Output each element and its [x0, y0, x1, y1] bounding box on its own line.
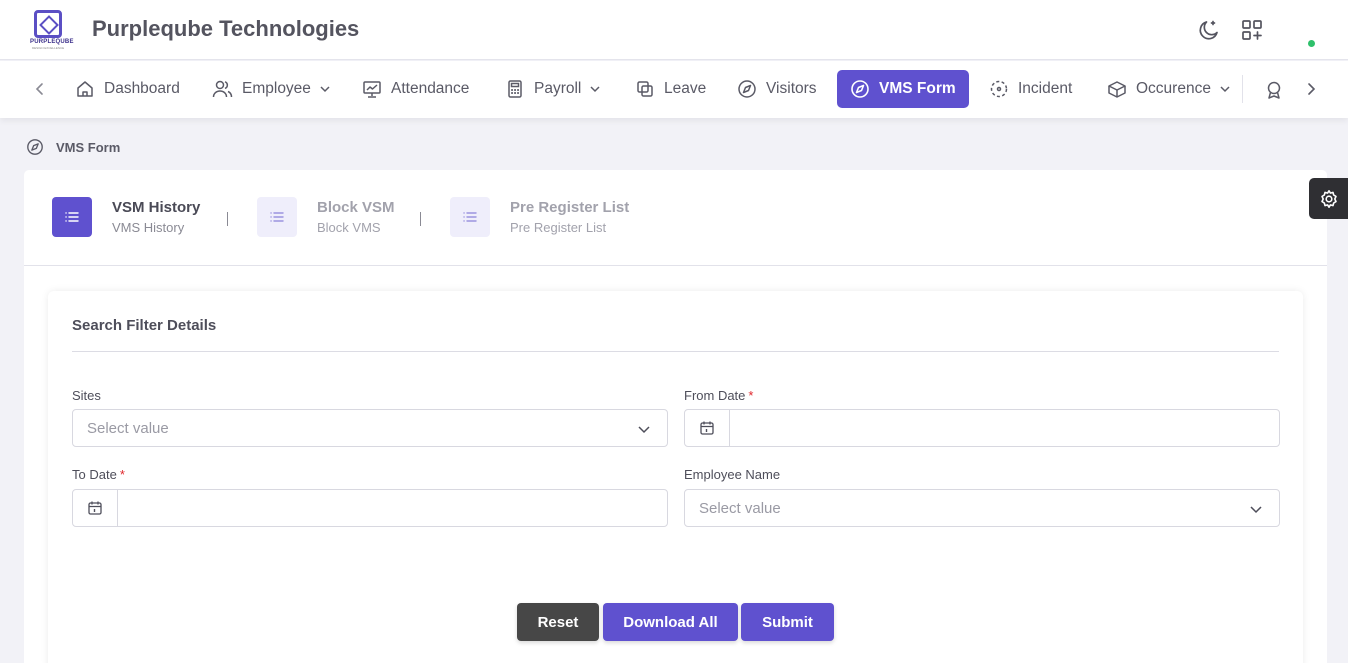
logo-subtext: DESIGN EXCELLENCE: [32, 46, 65, 50]
online-status-dot: [1308, 40, 1315, 47]
sites-label: Sites: [72, 388, 101, 403]
tab-subtitle: Pre Register List: [510, 220, 607, 235]
nav-item-leave[interactable]: Leave: [635, 70, 706, 108]
tab-title: VSM History: [112, 199, 201, 216]
employee-placeholder: Select value: [699, 499, 781, 517]
tab-icon-box: [52, 197, 92, 237]
chevron-down-icon: [1250, 506, 1262, 514]
calendar-icon[interactable]: [685, 410, 730, 446]
list-icon: [463, 212, 477, 222]
logo-text: PURPLEQUBE: [30, 39, 74, 45]
tab-icon-box: [257, 197, 297, 237]
award-icon[interactable]: [1264, 80, 1284, 100]
nav-item-employee[interactable]: Employee: [212, 70, 331, 108]
from-date-field[interactable]: [684, 409, 1280, 447]
presentation-chart-icon: [363, 81, 381, 98]
main-nav: Dashboard Employee Attendance Payroll Le…: [0, 61, 1348, 118]
logo-mark: [34, 10, 62, 38]
nav-label: Employee: [242, 80, 311, 97]
nav-item-dashboard[interactable]: Dashboard: [75, 70, 180, 108]
settings-tab[interactable]: [1309, 178, 1348, 219]
box-icon: [1108, 81, 1126, 98]
tab-pre-register-list[interactable]: Pre Register List Pre Register List: [450, 197, 629, 237]
to-date-input[interactable]: [118, 490, 667, 526]
home-icon: [77, 81, 93, 97]
search-filter-panel: Search Filter Details Sites Select value…: [48, 291, 1303, 663]
nav-label: Visitors: [766, 80, 817, 97]
nav-label: Payroll: [534, 80, 582, 97]
tab-title: Block VSM: [317, 199, 395, 216]
tabs-row: VSM History VMS History Block VSM Block …: [24, 170, 1327, 266]
nav-item-attendance[interactable]: Attendance: [362, 70, 469, 108]
nav-label: VMS Form: [879, 80, 956, 97]
compass-icon: [27, 139, 43, 155]
employee-name-select[interactable]: Select value: [684, 489, 1280, 527]
nav-item-payroll[interactable]: Payroll: [505, 70, 601, 108]
from-date-label: From Date *: [684, 388, 754, 403]
nav-divider: [1242, 75, 1243, 103]
company-name: Purpleqube Technologies: [92, 16, 360, 41]
nav-item-incident[interactable]: Incident: [989, 70, 1072, 108]
calendar-icon[interactable]: [73, 490, 118, 526]
focus-scan-icon: [990, 80, 1008, 98]
tab-subtitle: Block VMS: [317, 220, 381, 235]
tab-title: Pre Register List: [510, 199, 630, 216]
moon-icon[interactable]: [1197, 18, 1221, 42]
compass-icon: [738, 80, 756, 98]
to-date-label: To Date *: [72, 467, 125, 482]
nav-label: Occurence: [1136, 80, 1211, 97]
nav-item-vms-form[interactable]: VMS Form: [837, 70, 969, 108]
sites-select[interactable]: Select value: [72, 409, 668, 447]
company-logo[interactable]: PURPLEQUBE DESIGN EXCELLENCE: [30, 10, 73, 50]
nav-scroll-right-icon[interactable]: [1302, 80, 1320, 98]
nav-label: Dashboard: [104, 80, 180, 97]
panel-title: Search Filter Details: [72, 317, 217, 334]
tab-icon-box: [450, 197, 490, 237]
panel-divider: [72, 351, 1279, 352]
chevron-down-icon: [638, 426, 650, 434]
from-date-input[interactable]: [730, 410, 1279, 446]
to-date-field[interactable]: [72, 489, 668, 527]
employee-name-label: Employee Name: [684, 467, 781, 482]
calculator-icon: [508, 80, 522, 98]
chevron-down-icon: [1220, 86, 1230, 93]
list-icon: [270, 212, 284, 222]
tab-vsm-history[interactable]: VSM History VMS History: [52, 197, 200, 237]
nav-item-visitors[interactable]: Visitors: [737, 70, 817, 108]
tab-block-vsm[interactable]: Block VSM Block VMS: [257, 197, 395, 237]
copy-icon: [637, 81, 653, 97]
tab-separator: [420, 212, 421, 226]
nav-label: Incident: [1018, 80, 1073, 97]
submit-button[interactable]: Submit: [741, 603, 834, 641]
list-icon: [65, 212, 79, 222]
compass-icon: [851, 80, 869, 98]
tab-separator: [227, 212, 228, 226]
nav-scroll-left-icon[interactable]: [31, 80, 49, 98]
nav-label: Attendance: [391, 80, 470, 97]
top-header: PURPLEQUBE DESIGN EXCELLENCE Purpleqube …: [0, 0, 1348, 60]
main-card: VSM History VMS History Block VSM Block …: [24, 170, 1327, 663]
download-all-button[interactable]: Download All: [603, 603, 738, 641]
nav-label: Leave: [664, 80, 707, 97]
chevron-down-icon: [590, 86, 600, 93]
users-icon: [212, 80, 233, 98]
sites-placeholder: Select value: [87, 419, 169, 437]
breadcrumb-label: VMS Form: [56, 139, 121, 155]
reset-button[interactable]: Reset: [517, 603, 599, 641]
chevron-down-icon: [320, 86, 330, 93]
gear-icon: [1320, 189, 1337, 208]
tab-subtitle: VMS History: [112, 220, 185, 235]
nav-item-occurence[interactable]: Occurence: [1107, 70, 1231, 108]
breadcrumb: VMS Form: [26, 138, 120, 156]
apps-grid-icon[interactable]: [1240, 18, 1264, 42]
